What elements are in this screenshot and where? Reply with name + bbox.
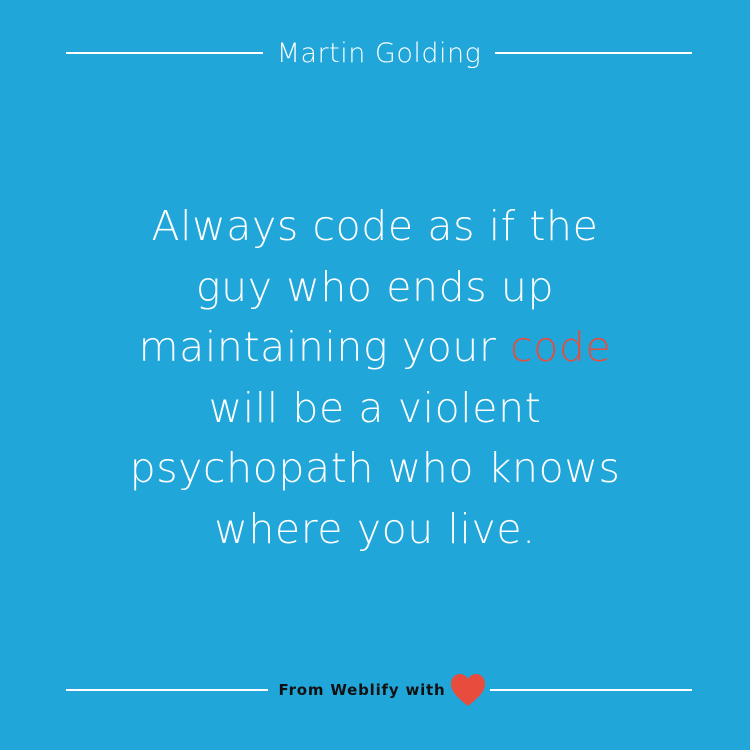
footer-rule-right: [489, 689, 692, 691]
quote-line: guy who ends up: [195, 262, 555, 311]
quote-line: will be a violent: [208, 383, 542, 432]
heart-icon: [450, 674, 485, 706]
quote-line: where you live.: [214, 504, 536, 553]
quote-text: Always code as if the guy who ends up ma…: [60, 196, 690, 559]
footer-rule-left: [66, 689, 269, 691]
quote-line: Always code as if the: [151, 202, 599, 250]
quote-line: psychopath who knows: [129, 444, 621, 492]
quote-highlight-word: code: [510, 323, 612, 371]
quote-line-part: maintaining your: [138, 323, 511, 371]
header-rule-left: [66, 52, 263, 54]
header: Martin Golding: [66, 31, 692, 75]
footer-credit: From Weblify with: [278, 681, 446, 699]
footer: From Weblify with: [66, 670, 692, 710]
heart-shape: [450, 674, 485, 706]
header-rule-right: [495, 52, 692, 54]
author-name: Martin Golding: [276, 37, 482, 69]
quote-line: maintaining your code: [60, 317, 690, 378]
